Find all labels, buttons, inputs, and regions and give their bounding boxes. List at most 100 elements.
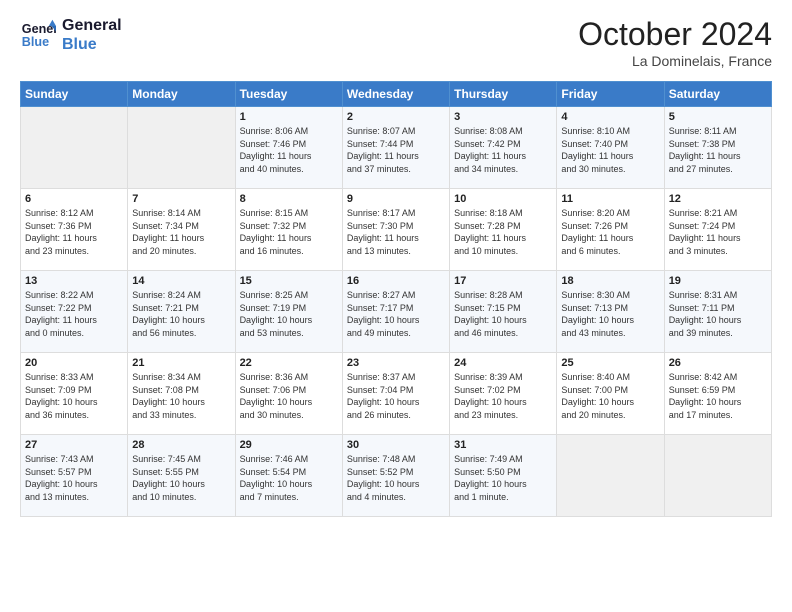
- day-number: 23: [347, 357, 445, 369]
- day-number: 30: [347, 439, 445, 451]
- cell-info: Sunrise: 7:49 AM Sunset: 5:50 PM Dayligh…: [454, 453, 552, 503]
- cell-info: Sunrise: 8:21 AM Sunset: 7:24 PM Dayligh…: [669, 207, 767, 257]
- cell-info: Sunrise: 8:17 AM Sunset: 7:30 PM Dayligh…: [347, 207, 445, 257]
- day-number: 27: [25, 439, 123, 451]
- cell-info: Sunrise: 7:48 AM Sunset: 5:52 PM Dayligh…: [347, 453, 445, 503]
- day-number: 15: [240, 275, 338, 287]
- day-number: 19: [669, 275, 767, 287]
- day-number: 29: [240, 439, 338, 451]
- calendar-cell: 19 Sunrise: 8:31 AM Sunset: 7:11 PM Dayli…: [664, 271, 771, 353]
- logo-icon: General Blue: [20, 17, 56, 53]
- cell-info: Sunrise: 8:15 AM Sunset: 7:32 PM Dayligh…: [240, 207, 338, 257]
- calendar-cell: 29 Sunrise: 7:46 AM Sunset: 5:54 PM Dayli…: [235, 435, 342, 517]
- week-row-2: 6Sunrise: 8:12 AM Sunset: 7:36 PM Daylig…: [21, 189, 772, 271]
- calendar-cell: 23 Sunrise: 8:37 AM Sunset: 7:04 PM Dayli…: [342, 353, 449, 435]
- svg-text:Blue: Blue: [22, 35, 49, 49]
- day-number: 8: [240, 193, 338, 205]
- day-number: 2: [347, 111, 445, 123]
- calendar-cell: 25 Sunrise: 8:40 AM Sunset: 7:00 PM Dayli…: [557, 353, 664, 435]
- day-number: 28: [132, 439, 230, 451]
- calendar-cell: 31 Sunrise: 7:49 AM Sunset: 5:50 PM Dayli…: [450, 435, 557, 517]
- cell-info: Sunrise: 8:42 AM Sunset: 6:59 PM Dayligh…: [669, 371, 767, 421]
- day-number: 11: [561, 193, 659, 205]
- header-row: SundayMondayTuesdayWednesdayThursdayFrid…: [21, 82, 772, 107]
- calendar-cell: 27Sunrise: 7:43 AM Sunset: 5:57 PM Dayli…: [21, 435, 128, 517]
- cell-info: Sunrise: 8:31 AM Sunset: 7:11 PM Dayligh…: [669, 289, 767, 339]
- day-number: 10: [454, 193, 552, 205]
- day-number: 20: [25, 357, 123, 369]
- cell-info: Sunrise: 8:30 AM Sunset: 7:13 PM Dayligh…: [561, 289, 659, 339]
- cell-info: Sunrise: 7:45 AM Sunset: 5:55 PM Dayligh…: [132, 453, 230, 503]
- calendar-cell: 6Sunrise: 8:12 AM Sunset: 7:36 PM Daylig…: [21, 189, 128, 271]
- calendar-cell: 11 Sunrise: 8:20 AM Sunset: 7:26 PM Dayli…: [557, 189, 664, 271]
- day-number: 9: [347, 193, 445, 205]
- day-number: 31: [454, 439, 552, 451]
- page-header: General Blue General Blue October 2024 L…: [20, 16, 772, 69]
- day-number: 3: [454, 111, 552, 123]
- calendar-cell: 14Sunrise: 8:24 AM Sunset: 7:21 PM Dayli…: [128, 271, 235, 353]
- day-header-thursday: Thursday: [450, 82, 557, 107]
- week-row-3: 13Sunrise: 8:22 AM Sunset: 7:22 PM Dayli…: [21, 271, 772, 353]
- cell-info: Sunrise: 8:08 AM Sunset: 7:42 PM Dayligh…: [454, 125, 552, 175]
- calendar-cell: 12 Sunrise: 8:21 AM Sunset: 7:24 PM Dayli…: [664, 189, 771, 271]
- calendar-cell: 28 Sunrise: 7:45 AM Sunset: 5:55 PM Dayli…: [128, 435, 235, 517]
- cell-info: Sunrise: 8:14 AM Sunset: 7:34 PM Dayligh…: [132, 207, 230, 257]
- calendar-cell: 1 Sunrise: 8:06 AM Sunset: 7:46 PM Daylig…: [235, 107, 342, 189]
- day-number: 12: [669, 193, 767, 205]
- cell-info: Sunrise: 8:36 AM Sunset: 7:06 PM Dayligh…: [240, 371, 338, 421]
- day-number: 25: [561, 357, 659, 369]
- cell-info: Sunrise: 8:37 AM Sunset: 7:04 PM Dayligh…: [347, 371, 445, 421]
- cell-info: Sunrise: 8:18 AM Sunset: 7:28 PM Dayligh…: [454, 207, 552, 257]
- calendar-cell: 16Sunrise: 8:27 AM Sunset: 7:17 PM Dayli…: [342, 271, 449, 353]
- calendar-header: SundayMondayTuesdayWednesdayThursdayFrid…: [21, 82, 772, 107]
- cell-info: Sunrise: 8:06 AM Sunset: 7:46 PM Dayligh…: [240, 125, 338, 175]
- day-header-sunday: Sunday: [21, 82, 128, 107]
- calendar-cell: 7 Sunrise: 8:14 AM Sunset: 7:34 PM Daylig…: [128, 189, 235, 271]
- calendar-cell: 4 Sunrise: 8:10 AM Sunset: 7:40 PM Daylig…: [557, 107, 664, 189]
- day-header-wednesday: Wednesday: [342, 82, 449, 107]
- calendar-cell: 21 Sunrise: 8:34 AM Sunset: 7:08 PM Dayli…: [128, 353, 235, 435]
- day-number: 1: [240, 111, 338, 123]
- week-row-1: 1 Sunrise: 8:06 AM Sunset: 7:46 PM Daylig…: [21, 107, 772, 189]
- calendar-cell: 13Sunrise: 8:22 AM Sunset: 7:22 PM Dayli…: [21, 271, 128, 353]
- calendar-cell: 9 Sunrise: 8:17 AM Sunset: 7:30 PM Daylig…: [342, 189, 449, 271]
- calendar-cell: 8 Sunrise: 8:15 AM Sunset: 7:32 PM Daylig…: [235, 189, 342, 271]
- cell-info: Sunrise: 7:46 AM Sunset: 5:54 PM Dayligh…: [240, 453, 338, 503]
- calendar-cell: 17Sunrise: 8:28 AM Sunset: 7:15 PM Dayli…: [450, 271, 557, 353]
- day-header-monday: Monday: [128, 82, 235, 107]
- day-header-friday: Friday: [557, 82, 664, 107]
- cell-info: Sunrise: 8:40 AM Sunset: 7:00 PM Dayligh…: [561, 371, 659, 421]
- location: La Dominelais, France: [578, 53, 772, 69]
- day-number: 13: [25, 275, 123, 287]
- day-number: 14: [132, 275, 230, 287]
- day-number: 26: [669, 357, 767, 369]
- day-header-tuesday: Tuesday: [235, 82, 342, 107]
- cell-info: Sunrise: 8:07 AM Sunset: 7:44 PM Dayligh…: [347, 125, 445, 175]
- calendar-cell: 2 Sunrise: 8:07 AM Sunset: 7:44 PM Daylig…: [342, 107, 449, 189]
- calendar-cell: 22Sunrise: 8:36 AM Sunset: 7:06 PM Dayli…: [235, 353, 342, 435]
- day-header-saturday: Saturday: [664, 82, 771, 107]
- day-number: 4: [561, 111, 659, 123]
- cell-info: Sunrise: 8:12 AM Sunset: 7:36 PM Dayligh…: [25, 207, 123, 257]
- calendar-cell: 24Sunrise: 8:39 AM Sunset: 7:02 PM Dayli…: [450, 353, 557, 435]
- calendar-cell: [21, 107, 128, 189]
- month-title: October 2024: [578, 16, 772, 53]
- week-row-5: 27Sunrise: 7:43 AM Sunset: 5:57 PM Dayli…: [21, 435, 772, 517]
- cell-info: Sunrise: 8:10 AM Sunset: 7:40 PM Dayligh…: [561, 125, 659, 175]
- cell-info: Sunrise: 8:25 AM Sunset: 7:19 PM Dayligh…: [240, 289, 338, 339]
- day-number: 21: [132, 357, 230, 369]
- cell-info: Sunrise: 8:34 AM Sunset: 7:08 PM Dayligh…: [132, 371, 230, 421]
- cell-info: Sunrise: 8:20 AM Sunset: 7:26 PM Dayligh…: [561, 207, 659, 257]
- day-number: 16: [347, 275, 445, 287]
- calendar-cell: 30 Sunrise: 7:48 AM Sunset: 5:52 PM Dayli…: [342, 435, 449, 517]
- calendar-cell: 3 Sunrise: 8:08 AM Sunset: 7:42 PM Daylig…: [450, 107, 557, 189]
- calendar-cell: 15 Sunrise: 8:25 AM Sunset: 7:19 PM Dayli…: [235, 271, 342, 353]
- calendar-body: 1 Sunrise: 8:06 AM Sunset: 7:46 PM Daylig…: [21, 107, 772, 517]
- week-row-4: 20Sunrise: 8:33 AM Sunset: 7:09 PM Dayli…: [21, 353, 772, 435]
- day-number: 7: [132, 193, 230, 205]
- day-number: 17: [454, 275, 552, 287]
- calendar-cell: 26 Sunrise: 8:42 AM Sunset: 6:59 PM Dayli…: [664, 353, 771, 435]
- calendar-cell: 5Sunrise: 8:11 AM Sunset: 7:38 PM Daylig…: [664, 107, 771, 189]
- calendar-cell: 18Sunrise: 8:30 AM Sunset: 7:13 PM Dayli…: [557, 271, 664, 353]
- calendar-cell: 10 Sunrise: 8:18 AM Sunset: 7:28 PM Dayli…: [450, 189, 557, 271]
